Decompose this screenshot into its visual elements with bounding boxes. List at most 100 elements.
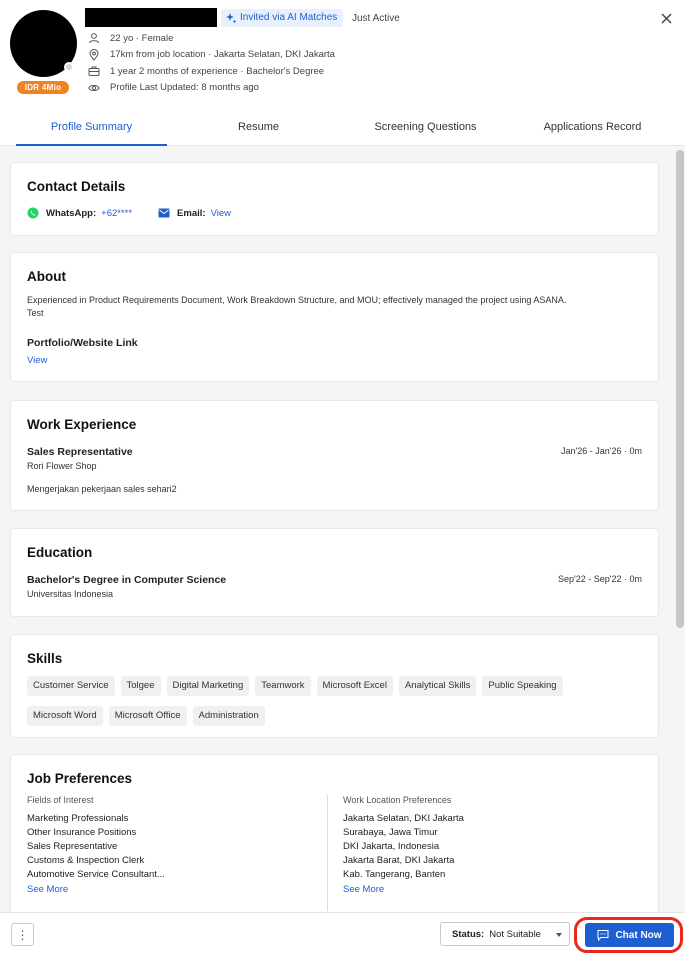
email-icon — [158, 208, 170, 218]
tab-resume[interactable]: Resume — [183, 110, 334, 146]
locations-see-more-link[interactable]: See More — [343, 884, 633, 895]
about-text: Experienced in Product Requirements Docu… — [27, 294, 647, 320]
briefcase-icon — [88, 66, 100, 77]
skill-chip: Customer Service — [27, 676, 115, 696]
scrollbar-thumb[interactable] — [676, 150, 684, 628]
whatsapp-contact: WhatsApp: +62**** — [27, 207, 132, 219]
card-title: Contact Details — [27, 179, 126, 194]
location-item: DKI Jakarta, Indonesia — [343, 841, 440, 852]
status-value: Not Suitable — [489, 928, 541, 940]
work-period: Jan'26 - Jan'26 · 0m — [561, 446, 642, 456]
skill-chip: Teamwork — [255, 676, 311, 696]
work-role: Sales Representative — [27, 446, 133, 458]
sparkle-icon — [226, 13, 237, 24]
skills-card: Skills Customer Service Tolgee Digital Mar… — [10, 634, 659, 738]
email-view-link[interactable]: View — [211, 208, 231, 219]
close-icon — [660, 12, 672, 24]
skill-chip: Microsoft Office — [108, 706, 187, 726]
work-experience-card: Work Experience Sales Representative Jan… — [10, 400, 659, 511]
education-card: Education Bachelor's Degree in Computer … — [10, 528, 659, 617]
field-item: Customs & Inspection Clerk — [27, 855, 145, 866]
card-title: Job Preferences — [27, 771, 133, 786]
close-button[interactable] — [657, 9, 675, 27]
location-pin-icon — [89, 48, 99, 61]
location-item: Surabaya, Jawa Timur — [343, 827, 438, 838]
field-item: Sales Representative — [27, 841, 118, 852]
card-title: Work Experience — [27, 417, 137, 432]
portfolio-title: Portfolio/Website Link — [27, 337, 138, 349]
invited-label: Invited via AI Matches — [240, 12, 338, 23]
education-school: Universitas Indonesia — [27, 589, 114, 599]
skill-chip: Analytical Skills — [398, 676, 477, 696]
info-text: 1 year 2 months of experience · Bachelor… — [110, 65, 325, 77]
chat-bubble-icon — [597, 930, 609, 941]
work-description: Mengerjakan pekerjaan sales sehari2 — [27, 484, 177, 494]
info-last-updated: Profile Last Updated: 8 months ago — [88, 80, 335, 97]
candidate-info-list: 22 yo · Female 17km from job location · … — [88, 30, 335, 96]
field-item: Marketing Professionals — [27, 813, 129, 824]
skill-chip: Administration — [192, 706, 265, 726]
email-contact: Email: View — [158, 207, 231, 219]
whatsapp-number[interactable]: +62**** — [101, 208, 132, 219]
job-preferences-card: Job Preferences Fields of Interest Marke… — [10, 754, 659, 912]
skills-chip-list: Customer Service Tolgee Digital Marketing T… — [27, 676, 647, 736]
profile-tabs: Profile Summary Resume Screening Questio… — [0, 110, 685, 146]
eye-icon — [88, 84, 100, 91]
person-icon — [89, 33, 99, 44]
portfolio-view-link[interactable]: View — [27, 355, 47, 366]
status-label: Status: — [452, 928, 485, 940]
status-dropdown[interactable]: Status: Not Suitable — [440, 922, 570, 946]
skill-chip: Public Speaking — [482, 676, 563, 696]
whatsapp-label: WhatsApp: — [46, 207, 97, 219]
info-experience: 1 year 2 months of experience · Bachelor… — [88, 63, 335, 80]
info-location: 17km from job location · Jakarta Selatan… — [88, 47, 335, 64]
about-text-line: Experienced in Product Requirements Docu… — [27, 295, 567, 305]
education-period: Sep'22 - Sep'22 · 0m — [558, 574, 642, 584]
invited-ai-matches-chip: Invited via AI Matches — [221, 9, 344, 27]
skill-chip: Digital Marketing — [166, 676, 250, 696]
candidate-header: IDR 4Mio Invited via AI Matches Just Act… — [0, 0, 685, 108]
contact-details-card: Contact Details WhatsApp: +62**** Email:… — [10, 162, 659, 236]
field-item: Other Insurance Positions — [27, 827, 137, 838]
fields-of-interest: Fields of Interest Marketing Professiona… — [27, 795, 317, 895]
candidate-name-redacted — [85, 8, 217, 27]
info-text: 17km from job location · Jakarta Selatan… — [110, 49, 335, 61]
card-title: About — [27, 269, 66, 284]
work-location-preferences: Work Location Preferences Jakarta Selata… — [343, 795, 633, 895]
info-text: Profile Last Updated: 8 months ago — [110, 82, 259, 94]
chat-now-button[interactable]: Chat Now — [585, 923, 674, 947]
kebab-menu-icon: ⋮ — [16, 927, 29, 942]
location-item: Jakarta Barat, DKI Jakarta — [343, 855, 455, 866]
tab-profile-summary[interactable]: Profile Summary — [16, 110, 167, 146]
contact-row: WhatsApp: +62**** Email: View — [27, 207, 257, 219]
column-divider — [327, 795, 328, 911]
activity-status: Just Active — [352, 13, 400, 24]
about-card: About Experienced in Product Requirement… — [10, 252, 659, 382]
skill-chip: Tolgee — [120, 676, 161, 696]
info-age-gender: 22 yo · Female — [88, 30, 335, 47]
action-footer: ⋮ Status: Not Suitable Chat Now — [0, 912, 685, 956]
education-degree: Bachelor's Degree in Computer Science — [27, 574, 227, 586]
profile-content-scroll[interactable]: Contact Details WhatsApp: +62**** Email:… — [0, 146, 685, 912]
more-options-button[interactable]: ⋮ — [11, 923, 34, 946]
skill-chip: Microsoft Excel — [316, 676, 393, 696]
field-item: Automotive Service Consultant... — [27, 869, 165, 880]
tab-applications-record[interactable]: Applications Record — [517, 110, 668, 146]
about-text-line: Test — [27, 308, 44, 318]
salary-badge: IDR 4Mio — [17, 81, 69, 94]
fields-heading: Fields of Interest — [27, 795, 94, 805]
info-text: 22 yo · Female — [110, 32, 174, 44]
email-label: Email: — [177, 207, 206, 219]
whatsapp-icon — [27, 207, 39, 219]
locations-heading: Work Location Preferences — [343, 795, 452, 805]
location-item: Kab. Tangerang, Banten — [343, 869, 446, 880]
fields-see-more-link[interactable]: See More — [27, 884, 317, 895]
work-company: Rori Flower Shop — [27, 461, 97, 471]
chevron-down-icon — [556, 933, 562, 937]
card-title: Skills — [27, 651, 63, 666]
skill-chip: Microsoft Word — [27, 706, 103, 726]
chat-now-label: Chat Now — [615, 929, 662, 941]
tab-screening-questions[interactable]: Screening Questions — [350, 110, 501, 146]
card-title: Education — [27, 545, 93, 560]
location-item: Jakarta Selatan, DKI Jakarta — [343, 813, 464, 824]
